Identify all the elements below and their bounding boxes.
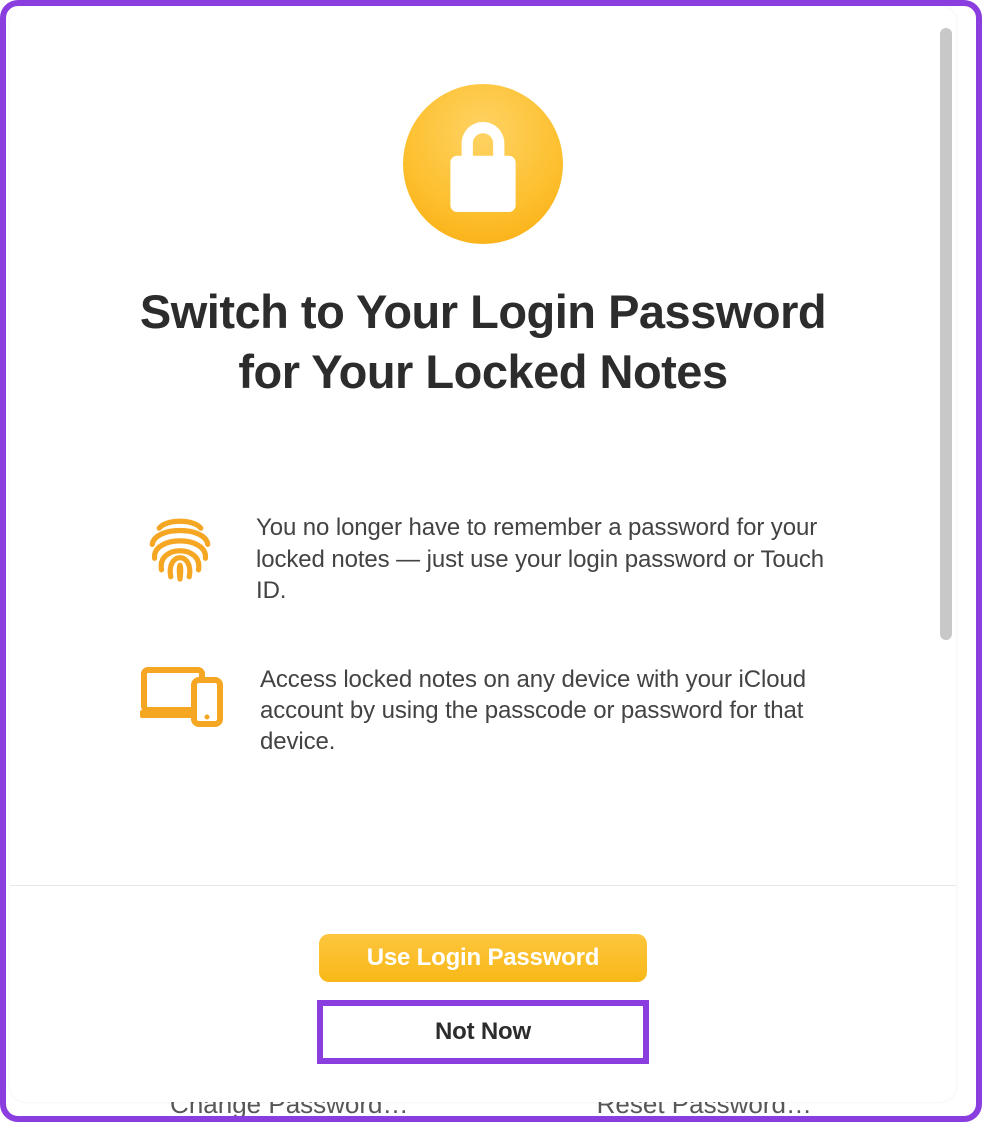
bullet-devices-text: Access locked notes on any device with y… bbox=[260, 664, 826, 758]
bullet-fingerprint-text: You no longer have to remember a passwor… bbox=[256, 512, 826, 606]
use-login-password-button[interactable]: Use Login Password bbox=[319, 934, 647, 982]
lock-icon bbox=[447, 122, 519, 212]
modal-headline: Switch to Your Login Password for Your L… bbox=[130, 282, 836, 402]
scrollbar-thumb[interactable] bbox=[940, 28, 952, 640]
bullet-fingerprint: You no longer have to remember a passwor… bbox=[130, 512, 836, 606]
modal-sheet: Switch to Your Login Password for Your L… bbox=[10, 6, 956, 1102]
bullet-devices: Access locked notes on any device with y… bbox=[130, 664, 836, 758]
not-now-highlight: Not Now bbox=[317, 1000, 649, 1064]
modal-scroll-area: Switch to Your Login Password for Your L… bbox=[10, 6, 956, 885]
modal-content: Switch to Your Login Password for Your L… bbox=[10, 6, 956, 797]
feature-bullets: You no longer have to remember a passwor… bbox=[130, 512, 836, 757]
modal-footer: Use Login Password Not Now bbox=[10, 885, 956, 1102]
annotated-frame: Change Password… Reset Password… Switch … bbox=[0, 0, 982, 1122]
lock-hero-icon bbox=[403, 84, 563, 244]
fingerprint-icon bbox=[140, 512, 220, 586]
not-now-button[interactable]: Not Now bbox=[327, 1010, 639, 1054]
devices-icon bbox=[140, 664, 224, 728]
